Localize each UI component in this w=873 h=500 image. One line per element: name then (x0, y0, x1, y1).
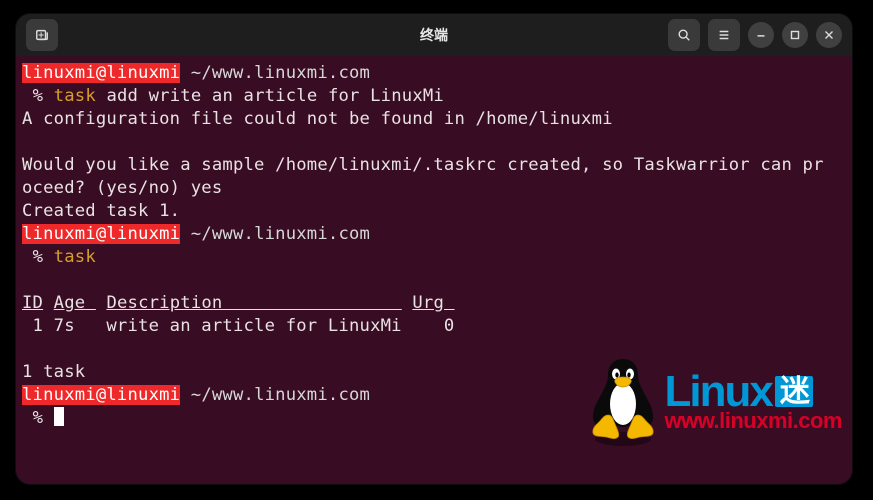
new-tab-button[interactable] (26, 19, 58, 51)
cursor (54, 407, 64, 426)
table-header-urg: Urg (412, 293, 454, 313)
prompt-symbol: % (33, 408, 44, 428)
output-line: oceed? (yes/no) yes (22, 178, 222, 198)
command-name: task (54, 86, 96, 106)
output-line: Created task 1. (22, 201, 180, 221)
terminal-output[interactable]: linuxmi@linuxmi ~/www.linuxmi.com % task… (16, 56, 852, 436)
table-row: 1 7s write an article for LinuxMi 0 (22, 316, 454, 336)
prompt-cwd: ~/www.linuxmi.com (191, 385, 370, 405)
menu-button[interactable] (708, 19, 740, 51)
prompt-user-host: linuxmi@linuxmi (22, 385, 180, 405)
prompt-cwd: ~/www.linuxmi.com (191, 63, 370, 83)
titlebar: 终端 (16, 14, 852, 56)
command-name: task (54, 247, 96, 267)
window-title: 终端 (420, 25, 448, 45)
prompt-cwd: ~/www.linuxmi.com (191, 224, 370, 244)
output-line: Would you like a sample /home/linuxmi/.t… (22, 155, 824, 175)
prompt-user-host: linuxmi@linuxmi (22, 224, 180, 244)
output-line: A configuration file could not be found … (22, 109, 613, 129)
maximize-button[interactable] (782, 22, 808, 48)
output-line: 1 task (22, 362, 85, 382)
prompt-symbol: % (33, 247, 44, 267)
terminal-window: 终端 linuxmi@linuxmi ~/www.linuxmi.com % t… (16, 14, 852, 484)
search-button[interactable] (668, 19, 700, 51)
minimize-button[interactable] (748, 22, 774, 48)
command-args: add write an article for LinuxMi (96, 86, 444, 106)
table-header-id: ID (22, 293, 43, 313)
prompt-user-host: linuxmi@linuxmi (22, 63, 180, 83)
prompt-symbol: % (33, 86, 44, 106)
table-header-description: Description (106, 293, 401, 313)
table-header-age: Age (54, 293, 96, 313)
close-button[interactable] (816, 22, 842, 48)
